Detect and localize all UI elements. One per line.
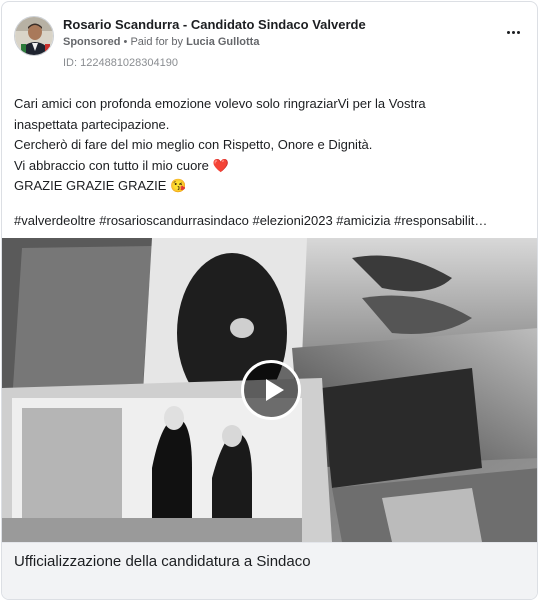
meta-separator: • bbox=[123, 36, 128, 48]
media-caption-bar[interactable]: Ufficializzazione della candidatura a Si… bbox=[2, 542, 537, 599]
ad-id: ID: 1224881028304190 bbox=[63, 57, 178, 69]
post-body: Cari amici con profonda emozione volevo … bbox=[14, 94, 530, 197]
paid-for-label: Paid for by bbox=[130, 36, 184, 48]
sponsored-line: Sponsored • Paid for by Lucia Gullotta bbox=[63, 36, 259, 48]
video-thumbnail[interactable] bbox=[2, 238, 537, 542]
more-options-button[interactable] bbox=[501, 22, 525, 42]
hashtags[interactable]: #valverdeoltre #rosarioscandurrasindaco … bbox=[14, 213, 530, 228]
more-horizontal-icon bbox=[506, 30, 510, 34]
play-icon[interactable] bbox=[241, 360, 301, 420]
post-header: Rosario Scandurra - Candidato Sindaco Va… bbox=[14, 16, 527, 74]
sponsored-label: Sponsored bbox=[63, 36, 121, 48]
page-avatar[interactable] bbox=[14, 16, 54, 56]
body-line: GRAZIE GRAZIE GRAZIE 😘 bbox=[14, 178, 187, 193]
page-name[interactable]: Rosario Scandurra - Candidato Sindaco Va… bbox=[63, 17, 366, 32]
ad-card: Rosario Scandurra - Candidato Sindaco Va… bbox=[1, 1, 538, 600]
body-line: Vi abbraccio con tutto il mio cuore ❤️ bbox=[14, 157, 229, 173]
body-line: inaspettata partecipazione. bbox=[14, 116, 170, 132]
heart-emoji-icon: ❤️ bbox=[212, 157, 229, 173]
payer-name: Lucia Gullotta bbox=[186, 36, 260, 48]
body-line: Cercherò di fare del mio meglio con Risp… bbox=[14, 137, 373, 152]
media-caption: Ufficializzazione della candidatura a Si… bbox=[14, 553, 311, 570]
kiss-emoji-icon: 😘 bbox=[170, 178, 187, 193]
body-line: Cari amici con profonda emozione volevo … bbox=[14, 96, 426, 111]
